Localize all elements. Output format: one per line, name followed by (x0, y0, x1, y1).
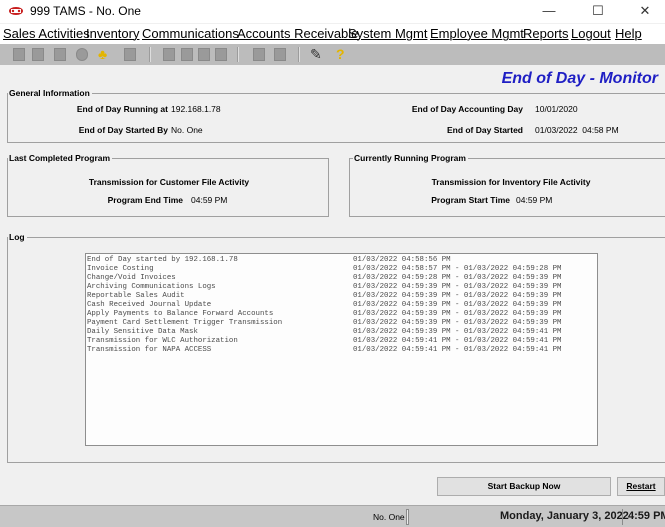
delete-icon[interactable] (124, 48, 136, 61)
log-row: Transmission for WLC Authorization 01/03… (86, 337, 597, 346)
toolbar: ♣ ✎ ? (0, 44, 665, 65)
log-step: Transmission for WLC Authorization (87, 337, 238, 345)
menu-communications[interactable]: Communications (142, 26, 239, 41)
program-start-time-value: 04:59 PM (516, 195, 553, 205)
log-list[interactable]: End of Day started by 192.168.1.78 01/03… (85, 253, 598, 446)
last-completed-group: Last Completed Program Transmission for … (7, 152, 329, 217)
status-date: Monday, January 3, 2022 (500, 510, 629, 522)
log-step: Transmission for NAPA ACCESS (87, 346, 212, 354)
calendar-icon[interactable] (274, 48, 286, 61)
edit-icon[interactable]: ✎ (310, 46, 322, 62)
print-icon[interactable] (54, 48, 66, 61)
minimize-button[interactable]: — (526, 0, 572, 23)
log-step: Apply Payments to Balance Forward Accoun… (87, 310, 274, 318)
toolbar-separator (237, 47, 239, 62)
log-row: Apply Payments to Balance Forward Accoun… (86, 310, 597, 319)
calculator-icon[interactable] (253, 48, 265, 61)
save-icon[interactable] (32, 48, 44, 61)
log-row: Change/Void Invoices 01/03/2022 04:59:28… (86, 274, 597, 283)
title-bar: 999 TAMS - No. One — ☐ ✕ (0, 0, 665, 23)
help-icon[interactable]: ? (336, 46, 345, 62)
main-content: End of Day - Monitor General Information… (0, 65, 665, 501)
log-time: 01/03/2022 04:59:39 PM - 01/03/2022 04:5… (353, 301, 562, 309)
menu-system-mgmt[interactable]: System Mgmt (348, 26, 427, 41)
log-row: Transmission for NAPA ACCESS 01/03/2022 … (86, 346, 597, 355)
currently-running-program: Transmission for Inventory File Activity (431, 177, 591, 187)
log-row: Archiving Communications Logs 01/03/2022… (86, 283, 597, 292)
program-start-time-label: Program Start Time (431, 195, 510, 205)
log-step: Change/Void Invoices (87, 274, 176, 282)
log-row: Invoice Costing 01/03/2022 04:58:57 PM -… (86, 265, 597, 274)
app-logo-icon (9, 7, 23, 15)
new-icon[interactable] (13, 48, 25, 61)
maximize-button[interactable]: ☐ (575, 0, 621, 23)
menu-help[interactable]: Help (615, 26, 642, 41)
close-button[interactable]: ✕ (622, 0, 665, 23)
toolbar-separator (149, 47, 151, 62)
log-row: Daily Sensitive Data Mask 01/03/2022 04:… (86, 328, 597, 337)
window-title: 999 TAMS - No. One (30, 4, 141, 18)
menu-logout[interactable]: Logout (571, 26, 611, 41)
started-by-value: No. One (171, 125, 203, 135)
status-divider (406, 509, 409, 525)
log-time: 01/03/2022 04:59:41 PM - 01/03/2022 04:5… (353, 337, 562, 345)
log-time: 01/03/2022 04:59:39 PM - 01/03/2022 04:5… (353, 292, 562, 300)
menu-sales-activities[interactable]: Sales Activities (3, 26, 90, 41)
log-time: 01/03/2022 04:58:56 PM (353, 256, 451, 264)
started-value: 01/03/2022 04:58 PM (535, 125, 619, 135)
log-time: 01/03/2022 04:59:28 PM - 01/03/2022 04:5… (353, 274, 562, 282)
status-time: 4:59 PM (628, 510, 665, 522)
log-row: Payment Card Settlement Trigger Transmis… (86, 319, 597, 328)
log-row: Reportable Sales Audit 01/03/2022 04:59:… (86, 292, 597, 301)
status-divider (622, 509, 624, 525)
log-time: 01/03/2022 04:59:39 PM - 01/03/2022 04:5… (353, 328, 562, 336)
toolbar-separator (298, 47, 300, 62)
menu-employee-mgmt[interactable]: Employee Mgmt (430, 26, 524, 41)
last-completed-program: Transmission for Customer File Activity (88, 177, 250, 187)
accounting-day-label: End of Day Accounting Day (411, 104, 523, 114)
menu-reports[interactable]: Reports (523, 26, 569, 41)
log-step: Invoice Costing (87, 265, 154, 273)
program-end-time-label: Program End Time (107, 195, 183, 205)
group-legend: Currently Running Program (353, 152, 468, 164)
currently-running-group: Currently Running Program Transmission f… (349, 152, 665, 217)
running-at-label: End of Day Running at (76, 104, 168, 114)
program-end-time-value: 04:59 PM (191, 195, 228, 205)
group-legend: Log (8, 231, 27, 243)
log-step: Daily Sensitive Data Mask (87, 328, 198, 336)
started-label: End of Day Started (446, 125, 523, 135)
log-row: End of Day started by 192.168.1.78 01/03… (86, 256, 597, 265)
log-time: 01/03/2022 04:58:57 PM - 01/03/2022 04:5… (353, 265, 562, 273)
log-time: 01/03/2022 04:59:41 PM - 01/03/2022 04:5… (353, 346, 562, 354)
running-at-value: 192.168.1.78 (171, 104, 221, 114)
next-record-icon[interactable] (198, 48, 210, 61)
log-step: Cash Received Journal Update (87, 301, 212, 309)
previous-record-icon[interactable] (181, 48, 193, 61)
general-information-group: General Information End of Day Running a… (7, 87, 665, 143)
menu-accounts-receivable[interactable]: Accounts Receivable (237, 26, 358, 41)
restart-button[interactable]: Restart (617, 477, 665, 496)
group-legend: Last Completed Program (8, 152, 113, 164)
log-step: Archiving Communications Logs (87, 283, 216, 291)
log-time: 01/03/2022 04:59:39 PM - 01/03/2022 04:5… (353, 310, 562, 318)
status-bar: No. One Monday, January 3, 2022 4:59 PM (0, 505, 665, 527)
group-legend: General Information (8, 87, 92, 99)
find-icon[interactable] (76, 48, 88, 61)
first-record-icon[interactable] (163, 48, 175, 61)
log-time: 01/03/2022 04:59:39 PM - 01/03/2022 04:5… (353, 319, 562, 327)
user-icon[interactable]: ♣ (98, 46, 107, 62)
page-title: End of Day - Monitor (501, 70, 658, 87)
log-step: End of Day started by 192.168.1.78 (87, 256, 238, 264)
log-time: 01/03/2022 04:59:39 PM - 01/03/2022 04:5… (353, 283, 562, 291)
log-row: Cash Received Journal Update 01/03/2022 … (86, 301, 597, 310)
log-step: Reportable Sales Audit (87, 292, 185, 300)
status-user: No. One (373, 512, 405, 522)
log-step: Payment Card Settlement Trigger Transmis… (87, 319, 283, 327)
started-by-label: End of Day Started By (78, 125, 168, 135)
menu-inventory[interactable]: Inventory (86, 26, 139, 41)
start-backup-button[interactable]: Start Backup Now (437, 477, 611, 496)
accounting-day-value: 10/01/2020 (535, 104, 578, 114)
last-record-icon[interactable] (215, 48, 227, 61)
menu-bar: Sales Activities Inventory Communication… (0, 24, 665, 44)
